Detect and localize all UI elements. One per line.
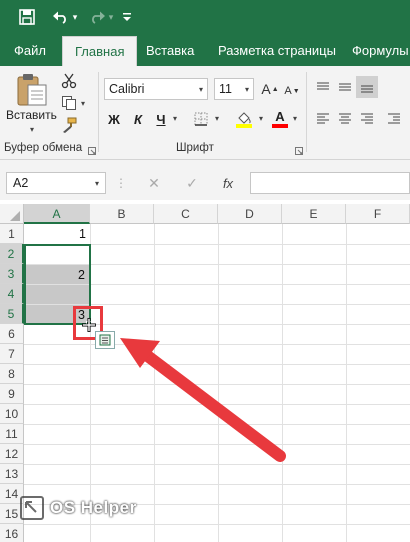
customize-toolbar-icon[interactable] — [120, 6, 134, 28]
ribbon-tabs: Файл Главная Вставка Разметка страницы Ф… — [0, 36, 410, 66]
watermark-text: OS Helper — [50, 498, 137, 517]
tab-file[interactable]: Файл — [14, 36, 46, 66]
align-center-icon[interactable] — [336, 110, 354, 128]
cancel-entry-button[interactable]: ✕ — [142, 172, 166, 194]
ribbon-divider — [306, 72, 307, 152]
clipboard-launcher-icon[interactable] — [87, 146, 97, 156]
font-color-button[interactable]: A — [270, 108, 290, 130]
decrease-arrow-icon: ▼ — [292, 87, 300, 95]
borders-icon[interactable] — [192, 110, 210, 128]
align-right-icon[interactable] — [358, 110, 376, 128]
ribbon-divider — [98, 72, 99, 152]
align-middle-icon[interactable] — [336, 78, 354, 96]
align-left-icon[interactable] — [314, 110, 332, 128]
decrease-font-letter: A — [284, 85, 292, 97]
paste-icon[interactable] — [14, 72, 50, 108]
font-launcher-icon[interactable] — [294, 146, 304, 156]
format-painter-icon[interactable] — [60, 116, 78, 134]
font-name-box[interactable]: Calibri — [104, 78, 208, 100]
formula-bar-grip-icon[interactable]: ⋮ — [115, 174, 127, 192]
fill-color-icon[interactable] — [234, 108, 254, 130]
watermark-logo-icon — [20, 496, 44, 520]
name-box-dropdown-icon[interactable]: ▾ — [92, 177, 102, 189]
font-color-letter: A — [275, 109, 285, 124]
redo-dropdown-icon: ▾ — [108, 11, 114, 22]
title-bar: ▾ ▾ — [0, 0, 410, 36]
font-size-value: 11 — [219, 82, 232, 96]
clipboard-group-label: Буфер обмена — [4, 142, 83, 154]
font-name-value: Calibri — [109, 82, 145, 96]
ribbon: Вставить ▾ ▾ Буфер обмена Calibri ▾ 11 ▾… — [0, 66, 410, 160]
font-name-dropdown-icon[interactable]: ▾ — [196, 83, 206, 95]
tab-insert[interactable]: Вставка — [146, 36, 194, 66]
cut-icon[interactable] — [60, 72, 78, 90]
redo-icon — [88, 6, 108, 28]
confirm-entry-button[interactable]: ✓ — [180, 172, 204, 194]
tab-formulas[interactable]: Формулы — [352, 36, 409, 66]
increase-arrow-icon: ▲ — [271, 85, 279, 93]
decrease-font-size-button[interactable]: A ▼ — [282, 80, 302, 102]
borders-dropdown-icon[interactable]: ▾ — [212, 111, 222, 125]
increase-font-letter: A — [261, 81, 271, 97]
formula-bar: A2 ▾ ⋮ ✕ ✓ fx — [0, 160, 410, 200]
font-color-swatch — [272, 124, 288, 128]
tab-home[interactable]: Главная — [62, 36, 138, 66]
insert-function-button[interactable]: fx — [216, 172, 240, 194]
font-color-dropdown-icon[interactable]: ▾ — [290, 111, 300, 125]
increase-font-size-button[interactable]: A ▲ — [260, 78, 280, 100]
paste-dropdown-icon[interactable]: ▾ — [26, 124, 38, 134]
copy-icon[interactable] — [60, 94, 78, 112]
font-size-dropdown-icon[interactable]: ▾ — [242, 83, 252, 95]
worksheet-grid: A B C D E F 1 2 3 4 5 6 7 8 9 10 11 12 1… — [0, 204, 410, 542]
align-bottom-icon[interactable] — [356, 76, 378, 98]
fill-color-dropdown-icon[interactable]: ▾ — [256, 111, 266, 125]
copy-dropdown-icon[interactable]: ▾ — [79, 98, 87, 108]
bold-button[interactable]: Ж — [104, 108, 124, 130]
tab-page-layout[interactable]: Разметка страницы — [218, 36, 336, 66]
undo-dropdown-icon[interactable]: ▾ — [70, 6, 80, 28]
font-group-label: Шрифт — [176, 142, 214, 154]
paste-label[interactable]: Вставить — [6, 108, 57, 122]
italic-button[interactable]: К — [128, 108, 148, 130]
align-top-icon[interactable] — [314, 78, 332, 96]
annotation-arrow — [120, 338, 286, 462]
underline-button[interactable]: Ч — [152, 108, 170, 130]
underline-dropdown-icon[interactable]: ▾ — [170, 111, 180, 125]
name-box-value: A2 — [13, 176, 29, 190]
indent-icon[interactable] — [384, 110, 404, 128]
undo-icon[interactable] — [50, 6, 70, 28]
name-box[interactable]: A2 — [6, 172, 106, 194]
save-icon[interactable] — [16, 6, 38, 28]
formula-input[interactable] — [250, 172, 410, 194]
